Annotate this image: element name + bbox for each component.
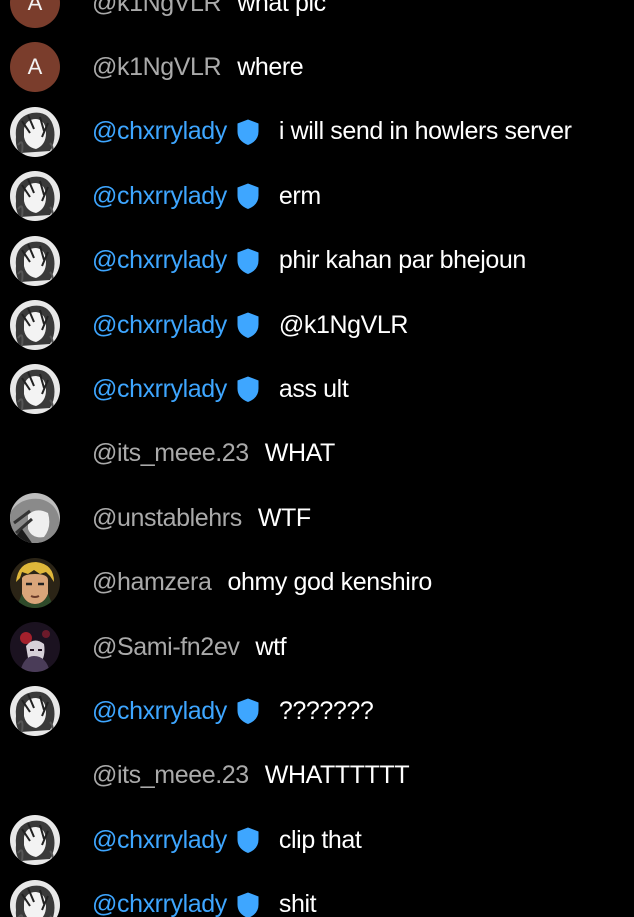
avatar-slot <box>10 622 60 672</box>
message-text: what pic <box>237 0 326 17</box>
avatar[interactable] <box>10 557 60 608</box>
shield-badge-icon <box>236 375 260 403</box>
message-text: WHATTTTTT <box>264 761 410 790</box>
avatar[interactable] <box>10 686 60 737</box>
chat-message[interactable]: A @k1NgVLR where <box>0 35 634 99</box>
author-name[interactable]: @k1NgVLR <box>92 0 222 18</box>
avatar-slot <box>10 300 60 350</box>
avatar-slot <box>10 171 60 222</box>
chat-message[interactable]: @chxrrylady ??????? <box>0 679 634 743</box>
chat-message[interactable]: @chxrrylady shit <box>0 873 634 917</box>
message-text: wtf <box>255 632 287 661</box>
avatar[interactable]: A <box>10 0 60 28</box>
avatar-slot: A <box>10 0 60 28</box>
chat-message[interactable]: A @k1NgVLR what pic <box>0 0 634 35</box>
chat-message[interactable]: @chxrrylady i will send in howlers serve… <box>0 100 634 164</box>
avatar-slot <box>10 815 60 866</box>
message-text: WTF <box>257 503 311 532</box>
chat-message[interactable]: @hamzera ohmy god kenshiro <box>0 551 634 615</box>
chat-message[interactable]: @its_meee.23 WHAT <box>0 422 634 486</box>
author-name[interactable]: @its_meee.23 <box>92 439 249 468</box>
avatar[interactable]: A <box>10 42 60 93</box>
avatar[interactable] <box>10 364 60 415</box>
avatar[interactable] <box>10 815 60 866</box>
avatar[interactable] <box>10 235 60 286</box>
shield-badge-icon <box>236 247 260 275</box>
shield-badge-icon <box>236 697 260 725</box>
author-name[interactable]: @unstablehrs <box>92 504 242 533</box>
chat-message[interactable]: @unstablehrs WTF <box>0 486 634 550</box>
author-name[interactable]: @chxrrylady <box>92 826 227 855</box>
live-chat-list[interactable]: A @k1NgVLR what pic A @k1NgVLR where @chxrryl… <box>0 0 634 917</box>
shield-badge-icon <box>236 311 260 339</box>
message-text: ohmy god kenshiro <box>227 568 432 597</box>
author-name[interactable]: @its_meee.23 <box>92 761 249 790</box>
message-text: ass ult <box>278 374 349 403</box>
author-name[interactable]: @chxrrylady <box>92 697 227 726</box>
avatar-slot: A <box>10 42 60 93</box>
avatar-slot <box>10 364 60 415</box>
avatar-slot <box>10 557 60 608</box>
avatar[interactable] <box>10 493 60 544</box>
message-text: shit <box>278 890 317 917</box>
message-text: i will send in howlers server <box>278 117 572 146</box>
avatar[interactable] <box>10 300 60 350</box>
avatar-slot <box>10 879 60 917</box>
avatar-slot <box>10 106 60 157</box>
avatar[interactable] <box>10 106 60 157</box>
avatar-letter: A <box>27 0 43 15</box>
avatar-slot <box>10 686 60 737</box>
author-name[interactable]: @hamzera <box>92 568 212 597</box>
chat-message[interactable]: @chxrrylady ass ult <box>0 357 634 421</box>
message-text: WHAT <box>264 439 336 468</box>
author-name[interactable]: @chxrrylady <box>92 246 227 275</box>
chat-message[interactable]: @chxrrylady erm <box>0 164 634 228</box>
author-name[interactable]: @chxrrylady <box>92 890 227 917</box>
author-name[interactable]: @chxrrylady <box>92 375 227 404</box>
chat-message[interactable]: @chxrrylady clip that <box>0 808 634 872</box>
message-text: ??????? <box>278 696 374 725</box>
avatar[interactable] <box>10 879 60 917</box>
author-name[interactable]: @chxrrylady <box>92 182 227 211</box>
author-name[interactable]: @chxrrylady <box>92 311 227 340</box>
chat-message[interactable]: @chxrrylady phir kahan par bhejoun <box>0 229 634 293</box>
shield-badge-icon <box>236 826 260 854</box>
avatar-slot <box>10 235 60 286</box>
message-text: where <box>237 52 304 81</box>
shield-badge-icon <box>236 891 260 917</box>
message-text: phir kahan par bhejoun <box>278 246 526 275</box>
avatar[interactable] <box>10 171 60 222</box>
avatar[interactable] <box>10 622 60 672</box>
chat-message[interactable]: @chxrrylady @k1NgVLR <box>0 293 634 357</box>
author-name[interactable]: @chxrrylady <box>92 117 227 146</box>
avatar-slot <box>10 493 60 544</box>
author-name[interactable]: @Sami-fn2ev <box>92 633 240 662</box>
message-text: erm <box>278 181 321 210</box>
message-text: @k1NgVLR <box>278 310 409 339</box>
author-name[interactable]: @k1NgVLR <box>92 53 222 82</box>
shield-badge-icon <box>236 182 260 210</box>
message-text: clip that <box>278 825 362 854</box>
chat-message[interactable]: @Sami-fn2ev wtf <box>0 615 634 679</box>
chat-message[interactable]: @its_meee.23 WHATTTTTT <box>0 744 634 808</box>
shield-badge-icon <box>236 118 260 146</box>
avatar-letter: A <box>27 54 43 80</box>
